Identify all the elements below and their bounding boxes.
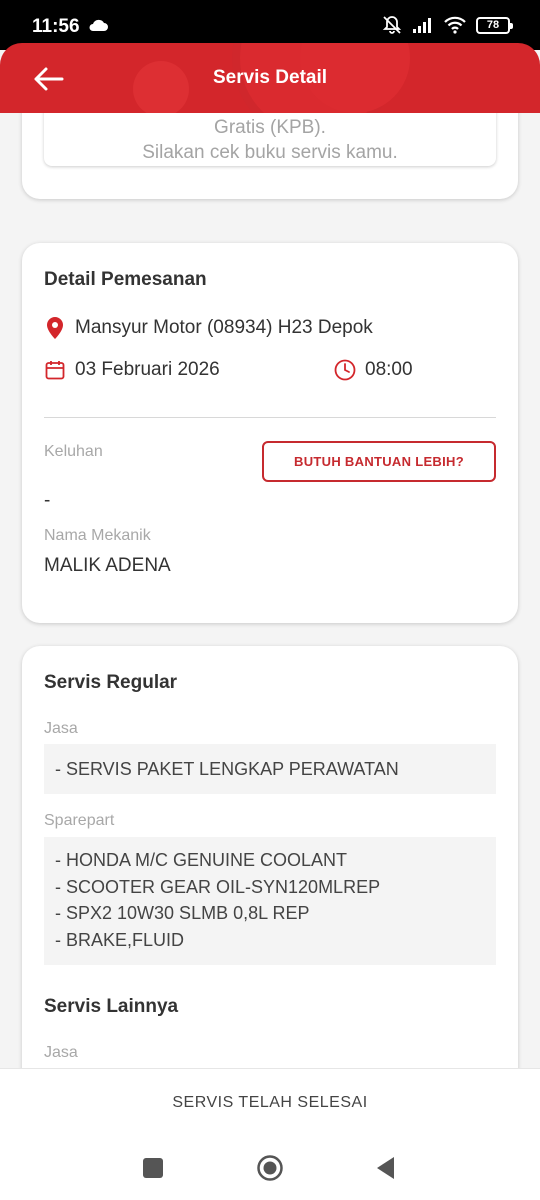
jasa-label: Jasa — [44, 720, 78, 737]
home-icon[interactable] — [256, 1154, 284, 1182]
dealer-row: Mansyur Motor (08934) H23 Depok — [44, 317, 373, 339]
sparepart-item: - BRAKE,FLUID — [55, 929, 185, 950]
scroll-content[interactable]: Gratis (KPB). Silakan cek buku servis ka… — [0, 113, 540, 1068]
status-time: 11:56 — [32, 16, 80, 37]
kpb-info-line2: Silakan cek buku servis kamu. — [142, 142, 398, 163]
dealer-name: Mansyur Motor (08934) H23 Depok — [75, 317, 373, 338]
booking-time: 08:00 — [365, 359, 413, 380]
divider — [44, 417, 496, 418]
sparepart-item: - SPX2 10W30 SLMB 0,8L REP — [55, 903, 310, 923]
sparepart-item: - HONDA M/C GENUINE COOLANT — [55, 850, 348, 870]
location-pin-icon — [44, 317, 66, 339]
keluhan-value: - — [44, 490, 51, 511]
other-service-title: Servis Lainnya — [44, 996, 179, 1017]
wifi-icon — [444, 16, 466, 34]
service-finished-button[interactable]: SERVIS TELAH SELESAI — [0, 1068, 540, 1138]
order-detail-title: Detail Pemesanan — [44, 269, 207, 290]
clock-icon — [334, 359, 356, 381]
app-bar: Servis Detail — [0, 43, 540, 113]
sparepart-box: - HONDA M/C GENUINE COOLANT - SCOOTER GE… — [44, 837, 496, 965]
sparepart-label: Sparepart — [44, 812, 115, 829]
calendar-icon — [44, 359, 66, 381]
date-row: 03 Februari 2026 — [44, 359, 220, 381]
sparepart-item: - SCOOTER GEAR OIL-SYN120MLREP — [55, 876, 381, 897]
other-jasa-label: Jasa — [44, 1044, 78, 1061]
cloud-icon — [89, 19, 108, 31]
mechanic-name: MALIK ADENA — [44, 555, 171, 576]
jasa-box: - SERVIS PAKET LENGKAP PERAWATAN — [44, 744, 496, 794]
service-card: Servis Regular Jasa - SERVIS PAKET LENGK… — [22, 646, 518, 1068]
kpb-info-card: Gratis (KPB). Silakan cek buku servis ka… — [22, 113, 518, 199]
signal-icon — [413, 18, 431, 33]
jasa-item: - SERVIS PAKET LENGKAP PERAWATAN — [55, 759, 399, 779]
battery-icon: 78 — [476, 16, 513, 34]
time-row: 08:00 — [334, 359, 413, 381]
page-title: Servis Detail — [212, 67, 328, 88]
back-nav-icon[interactable] — [372, 1154, 400, 1182]
mechanic-label: Nama Mekanik — [44, 527, 151, 544]
need-help-button[interactable]: BUTUH BANTUAN LEBIH? — [262, 441, 496, 482]
kpb-info-line1: Gratis (KPB). — [214, 117, 326, 138]
system-nav-bar — [0, 1138, 540, 1200]
mute-notification-icon — [382, 16, 402, 34]
kpb-info-box: Gratis (KPB). Silakan cek buku servis ka… — [44, 113, 496, 166]
booking-date: 03 Februari 2026 — [75, 359, 220, 380]
recent-apps-icon[interactable] — [139, 1154, 167, 1182]
keluhan-label: Keluhan — [44, 443, 103, 460]
order-detail-card: Detail Pemesanan Mansyur Motor (08934) H… — [22, 243, 518, 623]
regular-service-title: Servis Regular — [44, 672, 178, 693]
